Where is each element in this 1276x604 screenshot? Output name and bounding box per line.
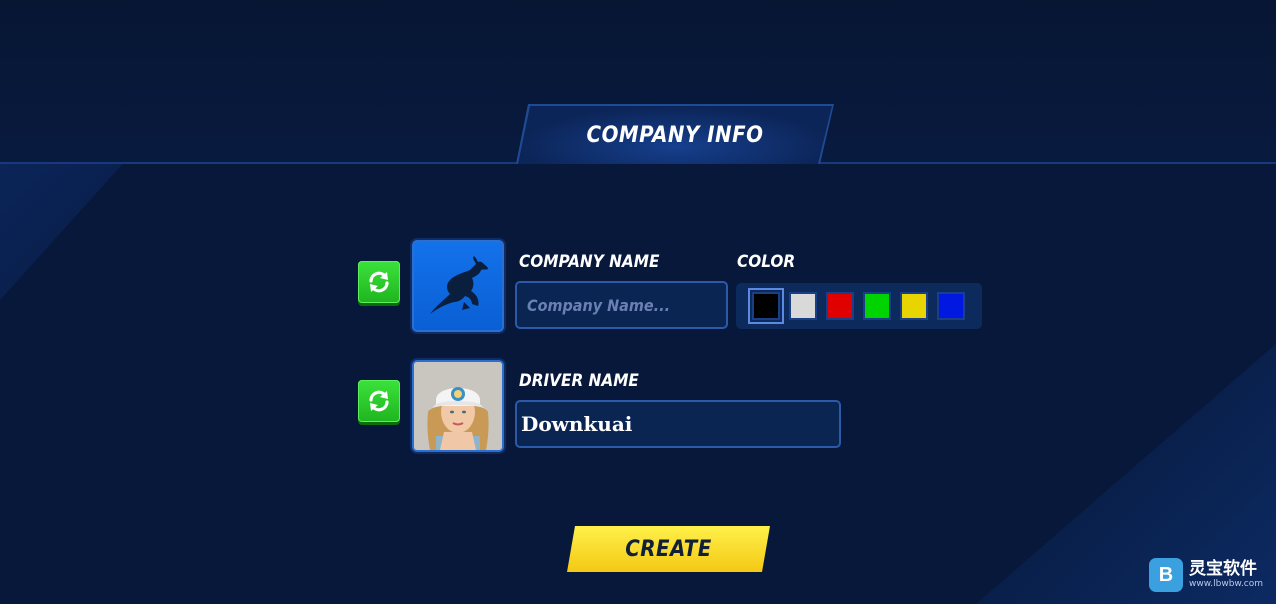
color-swatch-yellow[interactable] <box>900 292 928 320</box>
refresh-driver-button[interactable] <box>358 380 400 422</box>
company-logo[interactable] <box>412 240 504 332</box>
color-swatch-blue[interactable] <box>937 292 965 320</box>
kangaroo-icon <box>430 256 488 314</box>
watermark-url: www.lbwbw.com <box>1189 579 1264 589</box>
driver-name-field[interactable] <box>515 400 841 448</box>
watermark: B 灵宝软件 www.lbwbw.com <box>1149 558 1263 592</box>
refresh-icon <box>369 390 389 412</box>
company-name-field[interactable] <box>515 281 728 329</box>
company-name-input[interactable] <box>517 283 726 327</box>
color-swatch-white[interactable] <box>789 292 817 320</box>
refresh-icon <box>369 271 389 293</box>
color-swatch-black[interactable] <box>748 288 784 324</box>
watermark-logo: B <box>1149 558 1183 592</box>
driver-avatar[interactable] <box>412 360 504 452</box>
page-title: COMPANY INFO <box>586 123 764 148</box>
color-label: COLOR <box>737 252 796 272</box>
refresh-logo-button[interactable] <box>358 261 400 303</box>
driver-avatar-image <box>414 362 502 450</box>
create-button[interactable]: CREATE <box>567 526 770 572</box>
color-swatch-red[interactable] <box>826 292 854 320</box>
watermark-title: 灵宝软件 <box>1189 559 1257 579</box>
company-name-label: COMPANY NAME <box>519 252 660 272</box>
color-swatch-green[interactable] <box>863 292 891 320</box>
driver-name-label: DRIVER NAME <box>519 371 639 391</box>
driver-name-input[interactable] <box>517 402 839 446</box>
